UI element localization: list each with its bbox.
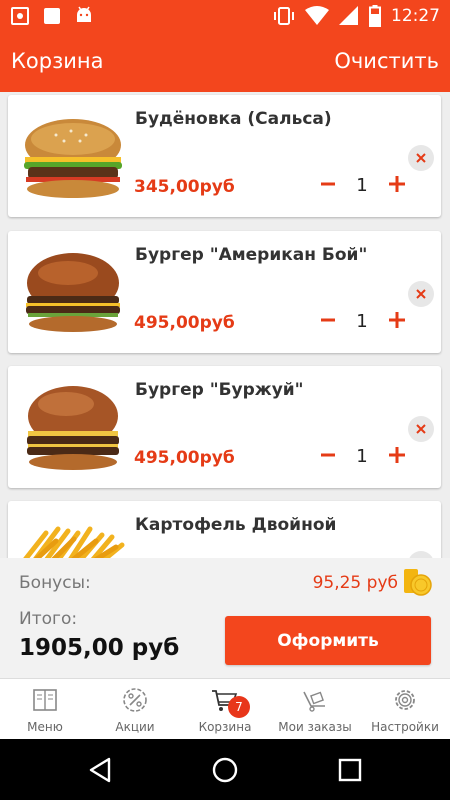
- close-icon: [416, 424, 426, 434]
- item-price: 345,00руб: [134, 177, 235, 197]
- cart-list[interactable]: Будёновка (Сальса) 345,00руб 1 Бургер "А…: [0, 92, 450, 558]
- item-name: Картофель Двойной: [135, 515, 337, 535]
- checkout-button[interactable]: Оформить: [225, 616, 431, 665]
- bottom-nav: Меню Акции Корзина Мои заказы Настройки: [0, 678, 450, 739]
- menu-book-icon: [33, 689, 57, 711]
- item-price: 495,00руб: [134, 448, 235, 468]
- nav-item-cart[interactable]: Корзина: [180, 679, 270, 739]
- nav-label: Настройки: [371, 720, 439, 734]
- plus-icon: [389, 312, 405, 328]
- nav-item-my-orders[interactable]: Мои заказы: [270, 679, 360, 739]
- system-nav-bar: [0, 739, 450, 800]
- battery-icon: [369, 5, 381, 27]
- fries-image: [23, 526, 125, 558]
- burger-image: [27, 386, 119, 470]
- item-name: Бургер "Буржуй": [135, 380, 304, 400]
- increase-quantity-button[interactable]: [385, 306, 409, 334]
- signal-icon: [339, 6, 358, 25]
- gear-icon: [395, 690, 415, 710]
- plus-icon: [389, 176, 405, 192]
- bonus-label: Бонусы:: [19, 573, 91, 593]
- nav-item-settings[interactable]: Настройки: [360, 679, 450, 739]
- nav-label: Корзина: [198, 720, 252, 734]
- nav-label: Меню: [27, 720, 63, 734]
- page-title: Корзина: [11, 49, 104, 73]
- nav-item-menu[interactable]: Меню: [0, 679, 90, 739]
- remove-item-button[interactable]: [408, 145, 434, 171]
- decrease-quantity-button[interactable]: [317, 306, 339, 334]
- minus-icon: [321, 182, 335, 186]
- screenshot-icon: [11, 7, 29, 25]
- remove-item-button[interactable]: [408, 551, 434, 558]
- vibrate-icon: [274, 7, 294, 25]
- cart-count-badge: 7: [228, 696, 250, 718]
- recents-icon[interactable]: [335, 755, 365, 785]
- cart-item: Картофель Двойной: [8, 501, 441, 558]
- total-value: 1905,00 руб: [19, 635, 180, 661]
- remove-item-button[interactable]: [408, 416, 434, 442]
- item-quantity: 1: [356, 311, 368, 332]
- back-icon[interactable]: [85, 755, 115, 785]
- percent-badge-icon: [123, 688, 147, 712]
- increase-quantity-button[interactable]: [385, 441, 409, 469]
- bonus-value: 95,25 руб: [312, 573, 398, 593]
- nav-label: Мои заказы: [278, 720, 352, 734]
- coins-icon: [404, 569, 432, 596]
- decrease-quantity-button[interactable]: [317, 441, 339, 469]
- total-label: Итого:: [19, 609, 78, 629]
- item-quantity: 1: [356, 175, 368, 196]
- item-name: Будёновка (Сальса): [135, 109, 332, 129]
- plus-icon: [389, 447, 405, 463]
- remove-item-button[interactable]: [408, 281, 434, 307]
- decrease-quantity-button[interactable]: [317, 170, 339, 198]
- clock: 12:27: [391, 6, 440, 26]
- cart-item: Будёновка (Сальса) 345,00руб 1: [8, 95, 441, 217]
- close-icon: [416, 289, 426, 299]
- burger-image: [24, 119, 122, 198]
- wifi-icon: [305, 6, 329, 25]
- cart-item: Бургер "Буржуй" 495,00руб 1: [8, 366, 441, 488]
- nav-label: Акции: [115, 720, 155, 734]
- item-quantity: 1: [356, 446, 368, 467]
- minus-icon: [321, 453, 335, 457]
- cart-item: Бургер "Американ Бой" 495,00руб 1: [8, 231, 441, 353]
- delivery-cart-icon: [303, 691, 325, 712]
- increase-quantity-button[interactable]: [385, 170, 409, 198]
- burger-image: [26, 253, 120, 332]
- item-name: Бургер "Американ Бой": [135, 245, 368, 265]
- minus-icon: [321, 318, 335, 322]
- notification-icon: [44, 8, 60, 24]
- status-bar: 12:27: [0, 0, 450, 32]
- home-icon[interactable]: [210, 755, 240, 785]
- close-icon: [416, 153, 426, 163]
- app-bar: Корзина Очистить: [0, 32, 450, 92]
- item-price: 495,00руб: [134, 313, 235, 333]
- order-summary: Бонусы: 95,25 руб Итого: 1905,00 руб Офо…: [0, 558, 450, 678]
- clear-cart-button[interactable]: Очистить: [334, 49, 439, 73]
- nav-item-promotions[interactable]: Акции: [90, 679, 180, 739]
- android-icon: [77, 6, 91, 22]
